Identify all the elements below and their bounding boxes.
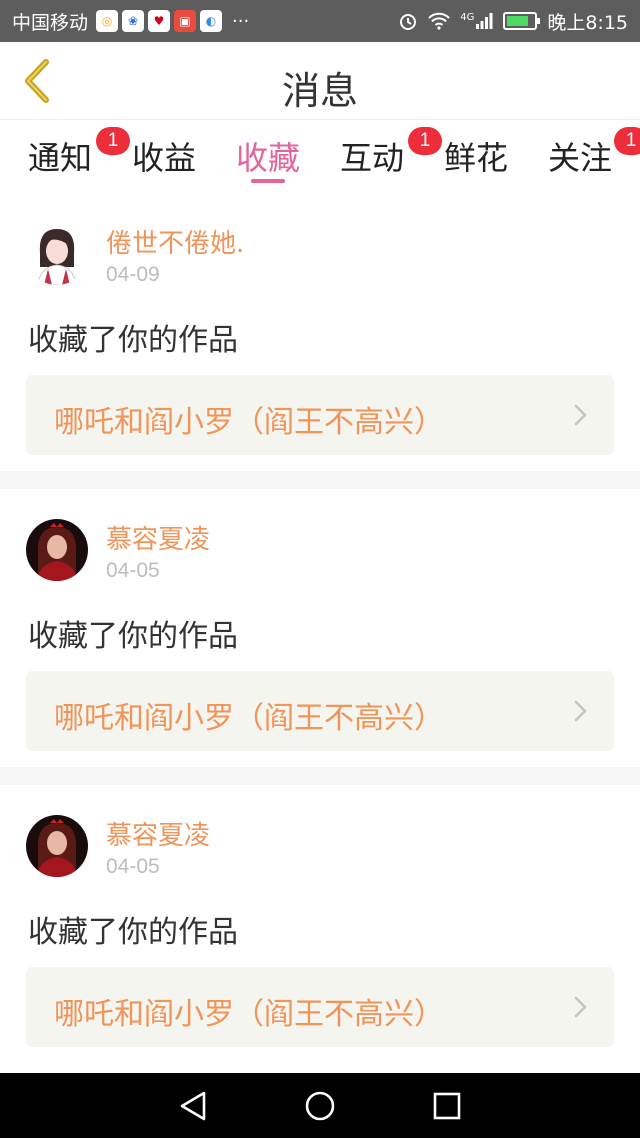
nav-home-button[interactable] [300,1086,340,1126]
avatar[interactable] [26,519,88,581]
tab-notice[interactable]: 通知 1 [10,127,130,189]
work-link[interactable]: 哪吒和阎小罗（阎王不高兴） [26,671,614,751]
tab-label: 鲜花 [443,139,508,177]
wifi-icon [428,12,450,30]
unread-badge: 1 [614,127,640,155]
item-date: 04-05 [106,559,160,582]
signal-icon: 4G [460,12,493,30]
user-name[interactable]: 倦世不倦她. [106,223,244,260]
item-date: 04-05 [106,855,160,878]
tab-flowers[interactable]: 鲜花 [426,133,526,189]
more-notifications-icon: ··· [232,10,250,32]
system-nav-bar [0,1073,640,1138]
action-text: 收藏了你的作品 [28,619,238,654]
favorites-feed: 倦世不倦她. 04-09 收藏了你的作品 哪吒和阎小罗（阎王不高兴） 慕容夏凌 … [0,193,640,1063]
work-link[interactable]: 哪吒和阎小罗（阎王不高兴） [26,375,614,455]
tab-follows[interactable]: 关注 1 [530,127,640,189]
tab-earnings[interactable]: 收益 [114,133,214,189]
tab-label: 收藏 [235,139,300,177]
action-text: 收藏了你的作品 [28,323,238,358]
chevron-right-icon [574,700,587,722]
work-title: 哪吒和阎小罗（阎王不高兴） [54,997,444,1032]
nav-back-button[interactable] [173,1086,213,1126]
action-text: 收藏了你的作品 [28,915,238,950]
tab-interaction[interactable]: 互动 1 [322,127,442,189]
divider [0,471,640,489]
nav-recents-button[interactable] [427,1086,467,1126]
list-item: 倦世不倦她. 04-09 收藏了你的作品 哪吒和阎小罗（阎王不高兴） [0,193,640,471]
chevron-right-icon [574,404,587,426]
status-bar: 中国移动 ◎ ❀ ♥ ▣ ◐ ··· 4G 晚上8:15 [0,0,640,42]
active-tab-indicator [251,179,285,183]
circle-home-icon [305,1091,335,1120]
work-link[interactable]: 哪吒和阎小罗（阎王不高兴） [26,967,614,1047]
tab-label: 通知 [27,139,92,177]
browser-app-icon: ◐ [200,10,223,32]
work-title: 哪吒和阎小罗（阎王不高兴） [54,701,444,736]
page-header: 消息 [0,42,640,120]
item-date: 04-09 [106,263,160,286]
tab-label: 互动 [339,139,404,177]
battery-level [507,16,529,26]
chevron-right-icon [574,996,587,1018]
square-recents-icon [433,1092,460,1119]
shop-app-icon: ▣ [174,10,197,32]
divider [0,767,640,785]
baidu-app-icon: ❀ [122,10,145,32]
clock-label: 晚上8:15 [547,11,628,34]
list-item: 慕容夏凌 04-05 收藏了你的作品 哪吒和阎小罗（阎王不高兴） [0,489,640,767]
list-item: 慕容夏凌 04-05 收藏了你的作品 哪吒和阎小罗（阎王不高兴） [0,785,640,1063]
work-title: 哪吒和阎小罗（阎王不高兴） [54,405,444,440]
tab-favorites[interactable]: 收藏 [218,133,318,189]
alarm-icon [398,11,418,31]
user-name[interactable]: 慕容夏凌 [106,519,210,556]
message-tabs: 通知 1 收益 收藏 互动 1 鲜花 关注 1 [0,121,640,193]
page-title: 消息 [281,69,358,113]
red-app-icon: ♥ [148,10,171,32]
battery-icon [503,12,541,30]
network-type-label: 4G [460,12,475,23]
weibo-app-icon: ◎ [96,10,119,32]
user-name[interactable]: 慕容夏凌 [106,815,210,852]
tab-label: 收益 [131,139,196,177]
carrier-label: 中国移动 [12,11,89,34]
triangle-back-icon [181,1091,206,1120]
avatar[interactable] [26,223,88,285]
tab-label: 关注 [547,139,612,177]
avatar[interactable] [26,815,88,877]
